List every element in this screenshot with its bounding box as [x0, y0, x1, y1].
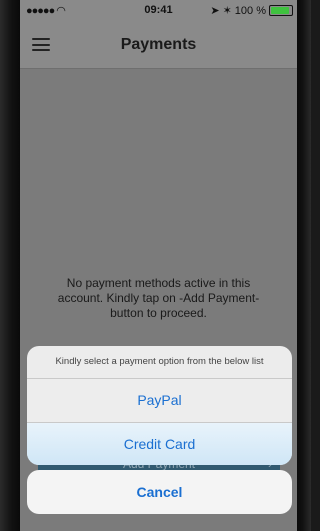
cancel-button[interactable]: Cancel [27, 470, 292, 514]
empty-state-message: No payment methods active in this accoun… [57, 276, 260, 320]
navigation-bar: Payments [20, 22, 297, 69]
status-right: ➤ ✶ 100 % [210, 4, 293, 17]
battery-icon [269, 5, 293, 16]
status-bar: ●●●●● ◠ 09:41 ➤ ✶ 100 % [20, 0, 297, 22]
option-credit-card[interactable]: Credit Card [27, 423, 292, 465]
page-title: Payments [120, 36, 197, 53]
battery-percent: 100 % [234, 4, 266, 17]
device-frame: ●●●●● ◠ 09:41 ➤ ✶ 100 % Payments No paym… [0, 0, 311, 531]
battery-fill [271, 7, 289, 14]
option-paypal[interactable]: PayPal [27, 379, 292, 423]
device-bezel-right [297, 0, 311, 531]
bluetooth-icon: ✶ [222, 5, 232, 17]
device-bezel-left [0, 0, 20, 531]
action-sheet: Kindly select a payment option from the … [27, 346, 292, 465]
screen: ●●●●● ◠ 09:41 ➤ ✶ 100 % Payments No paym… [20, 0, 297, 531]
action-sheet-title: Kindly select a payment option from the … [27, 346, 292, 379]
location-icon: ➤ [210, 5, 220, 17]
